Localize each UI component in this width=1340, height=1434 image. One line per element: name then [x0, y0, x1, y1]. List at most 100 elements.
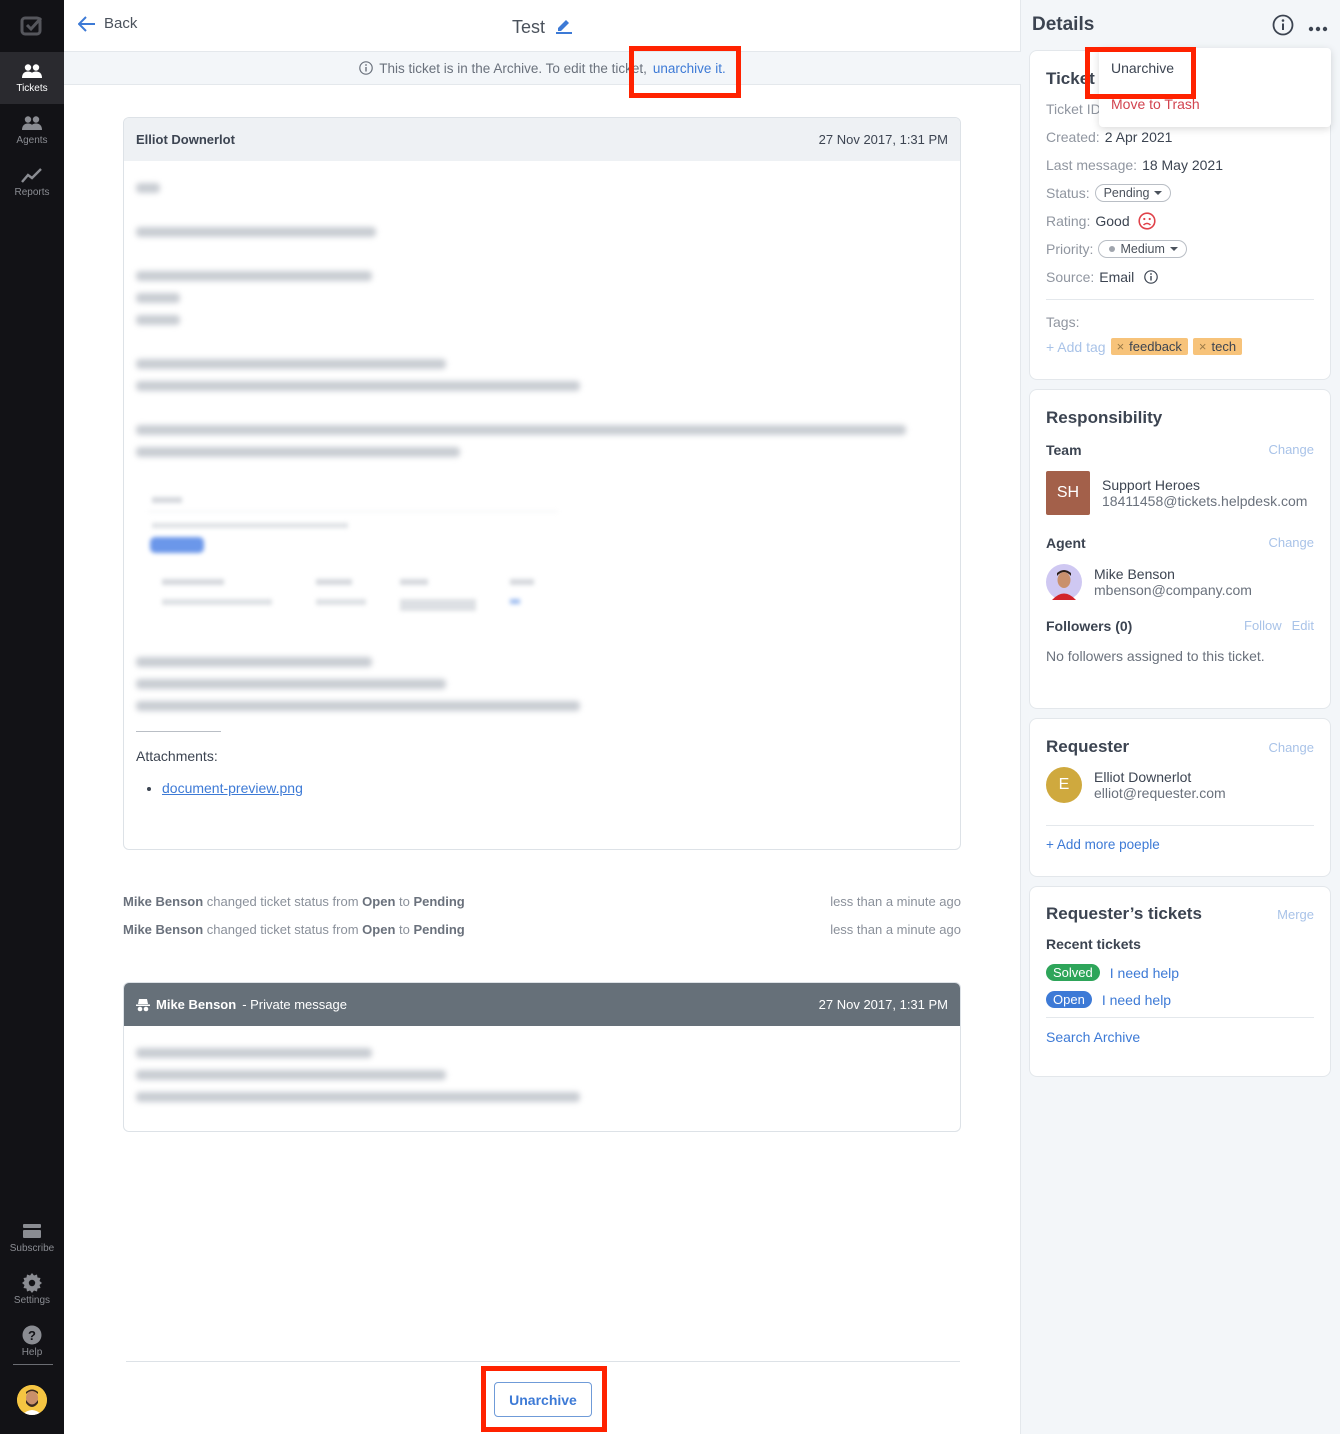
- change-agent-link[interactable]: Change: [1268, 535, 1314, 551]
- sidebar-item-agents[interactable]: Agents: [0, 104, 64, 156]
- requester-email: elliot@requester.com: [1094, 785, 1226, 801]
- status-label: Status:: [1046, 185, 1090, 201]
- menu-item-move-to-trash[interactable]: Move to Trash: [1111, 96, 1200, 112]
- divider: [1046, 825, 1314, 826]
- attachments-divider: [136, 731, 221, 732]
- tags-list: + Add tag × feedback × tech: [1046, 338, 1314, 355]
- message-author: Mike Benson: [156, 997, 237, 1012]
- change-requester-link[interactable]: Change: [1268, 740, 1314, 755]
- event-to: Pending: [413, 894, 465, 909]
- sidebar-divider: [13, 1364, 53, 1365]
- message-timestamp: 27 Nov 2017, 1:31 PM: [818, 132, 948, 147]
- chart-line-icon: [21, 166, 43, 184]
- more-options-button[interactable]: [1308, 19, 1328, 37]
- status-dropdown[interactable]: Pending: [1094, 184, 1172, 202]
- info-icon[interactable]: [1144, 270, 1159, 284]
- search-archive-link[interactable]: Search Archive: [1046, 1029, 1314, 1045]
- sidebar-item-label: Reports: [14, 187, 50, 198]
- merge-link[interactable]: Merge: [1277, 907, 1314, 922]
- responsibility-card: Responsibility Team Change SH Support He…: [1029, 389, 1331, 709]
- sidebar-item-help[interactable]: ? Help: [0, 1316, 64, 1368]
- menu-item-unarchive[interactable]: Unarchive: [1111, 60, 1174, 76]
- details-title: Details: [1032, 14, 1095, 35]
- priority-dropdown[interactable]: Medium: [1098, 240, 1187, 258]
- ticket-link[interactable]: I need help: [1102, 992, 1171, 1008]
- event-time: less than a minute ago: [830, 922, 961, 937]
- info-icon: [359, 61, 374, 75]
- gear-icon: [21, 1273, 43, 1293]
- ticket-link[interactable]: I need help: [1110, 965, 1179, 981]
- sidebar-item-label: Tickets: [16, 83, 48, 94]
- svg-text:?: ?: [28, 1328, 36, 1343]
- priority-value: Medium: [1120, 242, 1165, 256]
- sidebar-item-settings[interactable]: Settings: [0, 1264, 64, 1316]
- team-name: Support Heroes: [1102, 477, 1201, 493]
- requester-heading: Requester: [1046, 737, 1130, 756]
- agent-avatar: [1046, 564, 1082, 600]
- pencil-icon: [556, 20, 572, 34]
- source-label: Source:: [1046, 269, 1095, 285]
- tag-chip: × feedback: [1110, 338, 1188, 355]
- created-row: Created: 2 Apr 2021: [1046, 123, 1314, 151]
- remove-tag-icon[interactable]: ×: [1117, 339, 1125, 354]
- sidebar: Tickets Agents Reports Subscribe Setting…: [0, 0, 64, 1434]
- help-icon: ?: [21, 1325, 43, 1345]
- divider: [1046, 299, 1314, 300]
- details-actions: [1272, 14, 1328, 41]
- followers-header: Followers (0) Follow Edit: [1046, 618, 1314, 634]
- sidebar-item-subscribe[interactable]: Subscribe: [0, 1212, 64, 1264]
- event-actor: Mike Benson: [123, 922, 204, 937]
- attachment-link[interactable]: document-preview.png: [162, 780, 303, 796]
- unarchive-button[interactable]: Unarchive: [494, 1382, 592, 1417]
- sidebar-item-tickets[interactable]: Tickets: [0, 52, 64, 104]
- rating-row: Rating: Good: [1046, 207, 1314, 235]
- sidebar-item-label: Agents: [16, 135, 48, 146]
- team-avatar: SH: [1046, 471, 1090, 515]
- info-button[interactable]: [1272, 14, 1294, 41]
- ellipsis-icon: [1308, 26, 1328, 31]
- status-badge: Open: [1046, 991, 1092, 1008]
- event-actor: Mike Benson: [123, 894, 204, 909]
- sad-face-icon: [1138, 212, 1156, 230]
- team-row: SH Support Heroes 18411458@tickets.helpd…: [1046, 471, 1314, 515]
- requester-row: E Elliot Downerlot elliot@requester.com: [1046, 767, 1314, 803]
- recent-ticket-item[interactable]: Open I need help: [1046, 991, 1314, 1008]
- created-label: Created:: [1046, 129, 1100, 145]
- add-tag-button[interactable]: + Add tag: [1046, 339, 1106, 355]
- agent-row: Mike Benson mbenson@company.com: [1046, 564, 1314, 600]
- remove-tag-icon[interactable]: ×: [1199, 339, 1207, 354]
- requester-card: Requester Change E Elliot Downerlot elli…: [1029, 718, 1331, 877]
- divider: [1046, 1017, 1314, 1018]
- requester-tickets-header: Requester’s tickets Merge: [1046, 904, 1314, 924]
- attachments-label: Attachments:: [136, 748, 218, 764]
- status-badge: Solved: [1046, 964, 1100, 981]
- requester-tickets-card: Requester’s tickets Merge Recent tickets…: [1029, 886, 1331, 1077]
- follow-link[interactable]: Follow: [1244, 618, 1282, 634]
- event-text: changed ticket status from: [203, 894, 363, 909]
- sidebar-item-reports[interactable]: Reports: [0, 156, 64, 208]
- agent-label: Agent: [1046, 535, 1086, 551]
- change-team-link[interactable]: Change: [1268, 442, 1314, 458]
- user-avatar[interactable]: [17, 1385, 47, 1415]
- topbar: Back Test: [64, 0, 1021, 52]
- people-icon: [21, 114, 43, 132]
- logo-icon: [20, 16, 43, 36]
- event-time: less than a minute ago: [830, 894, 961, 909]
- last-message-value: 18 May 2021: [1142, 157, 1224, 173]
- message-card: Elliot Downerlot 27 Nov 2017, 1:31 PM At…: [123, 117, 961, 850]
- edit-followers-link[interactable]: Edit: [1292, 618, 1314, 634]
- tags-label: Tags:: [1046, 308, 1314, 336]
- app-logo[interactable]: [0, 0, 64, 52]
- unarchive-link[interactable]: unarchive it.: [653, 61, 726, 76]
- recent-ticket-item[interactable]: Solved I need help: [1046, 964, 1314, 981]
- edit-title-button[interactable]: [555, 16, 573, 39]
- more-options-menu: Unarchive Move to Trash: [1099, 48, 1331, 127]
- blurred-image-preview[interactable]: [148, 487, 568, 627]
- add-more-people-link[interactable]: + Add more poeple: [1046, 837, 1314, 852]
- footer-divider: [126, 1361, 960, 1362]
- rating-label: Rating:: [1046, 213, 1091, 229]
- requester-name: Elliot Downerlot: [1094, 769, 1192, 785]
- message-body: Attachments: document-preview.png: [124, 161, 960, 796]
- tag-chip: × tech: [1192, 338, 1243, 355]
- source-row: Source: Email: [1046, 263, 1314, 291]
